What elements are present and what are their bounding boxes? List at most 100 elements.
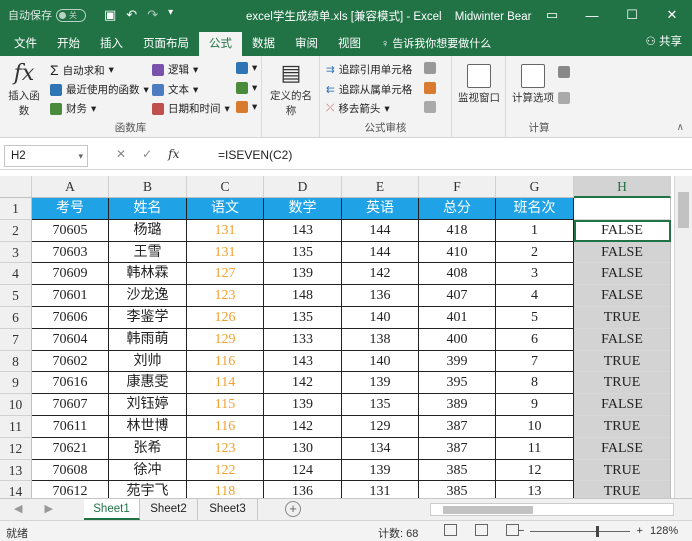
- table-cell[interactable]: 115: [187, 394, 264, 416]
- table-cell[interactable]: 138: [342, 328, 419, 351]
- table-cell[interactable]: 70604: [32, 328, 109, 351]
- prev-sheet-icon[interactable]: ◀: [14, 502, 22, 515]
- table-cell[interactable]: 143: [264, 219, 342, 242]
- tab-view[interactable]: 视图: [328, 32, 371, 56]
- table-cell[interactable]: 张希: [109, 437, 187, 460]
- table-header-cell[interactable]: 考号: [32, 198, 109, 220]
- table-cell[interactable]: 116: [187, 416, 264, 438]
- table-cell[interactable]: 5: [496, 307, 574, 329]
- fx-icon[interactable]: fx: [168, 147, 179, 161]
- show-formulas-icon[interactable]: [424, 62, 436, 74]
- table-cell[interactable]: 131: [187, 219, 264, 242]
- table-header-cell[interactable]: 姓名: [109, 198, 187, 220]
- calc-options-button[interactable]: 计算选项: [508, 62, 558, 105]
- table-cell[interactable]: 142: [264, 372, 342, 395]
- table-cell[interactable]: 140: [342, 307, 419, 329]
- iseven-result-cell[interactable]: TRUE: [574, 307, 671, 329]
- table-cell[interactable]: 70602: [32, 350, 109, 373]
- table-cell[interactable]: 407: [419, 285, 496, 307]
- customize-qat-icon[interactable]: ▾: [168, 7, 173, 23]
- table-cell[interactable]: 林世博: [109, 416, 187, 438]
- tab-review[interactable]: 审阅: [285, 32, 328, 56]
- iseven-result-cell[interactable]: FALSE: [574, 394, 671, 416]
- column-header-g[interactable]: G: [496, 176, 574, 198]
- table-cell[interactable]: 70603: [32, 241, 109, 264]
- iseven-result-cell[interactable]: FALSE: [574, 285, 671, 307]
- table-cell[interactable]: 142: [264, 416, 342, 438]
- table-cell[interactable]: 133: [264, 328, 342, 351]
- table-cell[interactable]: 刘钰婷: [109, 394, 187, 416]
- table-cell[interactable]: 杨璐: [109, 219, 187, 242]
- table-cell[interactable]: 127: [187, 263, 264, 286]
- table-cell[interactable]: 144: [342, 219, 419, 242]
- column-header-b[interactable]: B: [109, 176, 187, 198]
- table-cell[interactable]: 王雪: [109, 241, 187, 264]
- table-cell[interactable]: 385: [419, 459, 496, 482]
- table-cell[interactable]: 11: [496, 437, 574, 460]
- zoom-in-icon[interactable]: +: [636, 525, 642, 537]
- table-cell[interactable]: 139: [342, 372, 419, 395]
- minimize-icon[interactable]: —: [572, 0, 612, 30]
- table-cell[interactable]: 148: [264, 285, 342, 307]
- column-header-a[interactable]: A: [32, 176, 109, 198]
- remove-arrows-button[interactable]: ⤫ 移去箭头 ▾: [326, 101, 390, 116]
- select-all-corner[interactable]: [0, 176, 32, 198]
- table-cell[interactable]: 沙龙逸: [109, 285, 187, 307]
- text-button[interactable]: 文本 ▾: [152, 82, 198, 97]
- column-header-h[interactable]: H: [574, 176, 671, 198]
- tab-insert[interactable]: 插入: [90, 32, 133, 56]
- error-checking-icon[interactable]: [424, 82, 436, 94]
- tab-home[interactable]: 开始: [47, 32, 90, 56]
- table-cell[interactable]: 418: [419, 219, 496, 242]
- logical-button[interactable]: 逻辑 ▾: [152, 62, 198, 77]
- column-header-d[interactable]: D: [264, 176, 342, 198]
- table-cell[interactable]: 70621: [32, 437, 109, 460]
- table-cell[interactable]: 387: [419, 416, 496, 438]
- table-cell[interactable]: 140: [342, 350, 419, 373]
- table-cell[interactable]: 6: [496, 328, 574, 351]
- undo-icon[interactable]: ↶: [126, 7, 137, 23]
- normal-view-icon[interactable]: [444, 524, 457, 536]
- sheet-tab-1[interactable]: Sheet1: [84, 499, 140, 520]
- iseven-result-cell[interactable]: TRUE: [574, 350, 671, 373]
- table-cell[interactable]: 389: [419, 394, 496, 416]
- table-cell[interactable]: 135: [342, 394, 419, 416]
- table-header-cell[interactable]: 英语: [342, 198, 419, 220]
- table-cell[interactable]: 9: [496, 394, 574, 416]
- row-header[interactable]: 13: [0, 459, 32, 482]
- table-cell[interactable]: 116: [187, 350, 264, 373]
- sheet-tab-3[interactable]: Sheet3: [198, 499, 258, 520]
- cell-h1[interactable]: [574, 198, 671, 220]
- tab-data[interactable]: 数据: [242, 32, 285, 56]
- table-cell[interactable]: 130: [264, 437, 342, 460]
- row-header[interactable]: 9: [0, 372, 32, 395]
- iseven-result-cell[interactable]: FALSE: [574, 219, 671, 242]
- iseven-result-cell[interactable]: FALSE: [574, 328, 671, 351]
- table-cell[interactable]: 2: [496, 241, 574, 264]
- datetime-button[interactable]: 日期和时间 ▾: [152, 101, 230, 116]
- table-cell[interactable]: 124: [264, 459, 342, 482]
- iseven-result-cell[interactable]: TRUE: [574, 372, 671, 395]
- column-header-e[interactable]: E: [342, 176, 419, 198]
- table-cell[interactable]: 114: [187, 372, 264, 395]
- table-cell[interactable]: 70611: [32, 416, 109, 438]
- table-cell[interactable]: 70607: [32, 394, 109, 416]
- table-cell[interactable]: 129: [187, 328, 264, 351]
- row-header[interactable]: 12: [0, 437, 32, 460]
- table-cell[interactable]: 8: [496, 372, 574, 395]
- row-header[interactable]: 11: [0, 416, 32, 438]
- table-cell[interactable]: 123: [187, 285, 264, 307]
- lookup-button[interactable]: ▾: [236, 62, 257, 74]
- table-cell[interactable]: 70601: [32, 285, 109, 307]
- iseven-result-cell[interactable]: TRUE: [574, 416, 671, 438]
- page-layout-view-icon[interactable]: [475, 524, 488, 536]
- table-cell[interactable]: 刘帅: [109, 350, 187, 373]
- vertical-scrollbar[interactable]: [674, 176, 692, 498]
- table-cell[interactable]: 135: [264, 307, 342, 329]
- table-cell[interactable]: 126: [187, 307, 264, 329]
- iseven-result-cell[interactable]: TRUE: [574, 459, 671, 482]
- close-icon[interactable]: ✕: [652, 0, 692, 30]
- table-cell[interactable]: 131: [187, 241, 264, 264]
- table-cell[interactable]: 400: [419, 328, 496, 351]
- zoom-slider[interactable]: − +: [518, 525, 643, 537]
